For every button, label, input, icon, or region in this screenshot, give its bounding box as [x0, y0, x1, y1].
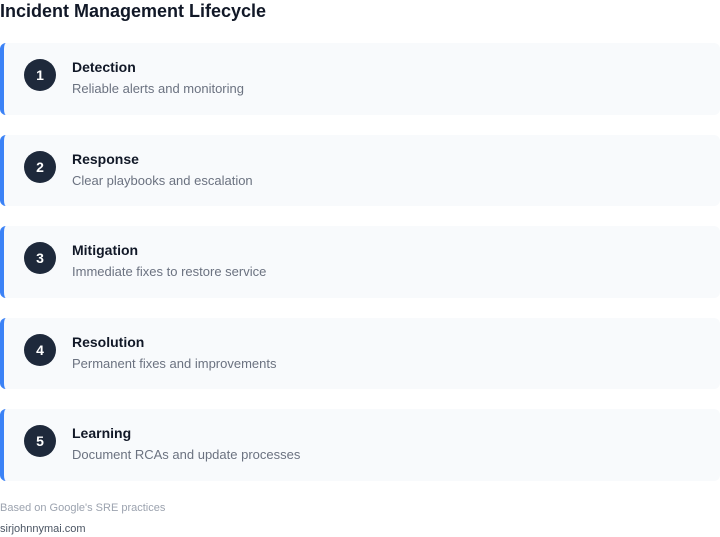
- step-card-detection: 1 Detection Reliable alerts and monitori…: [0, 43, 720, 115]
- step-title: Mitigation: [72, 242, 139, 258]
- step-title: Response: [72, 151, 139, 167]
- step-number-badge: 2: [24, 151, 56, 183]
- step-card-learning: 5 Learning Document RCAs and update proc…: [0, 409, 720, 481]
- lifecycle-steps: 1 Detection Reliable alerts and monitori…: [0, 43, 720, 501]
- credit-link[interactable]: sirjohnnymai.com: [0, 523, 86, 536]
- step-card-resolution: 4 Resolution Permanent fixes and improve…: [0, 318, 720, 389]
- step-number-badge: 3: [24, 242, 56, 274]
- step-description: Immediate fixes to restore service: [72, 264, 267, 279]
- step-card-mitigation: 3 Mitigation Immediate fixes to restore …: [0, 226, 720, 298]
- step-number-badge: 5: [24, 425, 56, 457]
- step-description: Document RCAs and update processes: [72, 447, 301, 462]
- step-number-badge: 1: [24, 59, 56, 91]
- source-footnote: Based on Google's SRE practices: [0, 502, 166, 514]
- step-title: Learning: [72, 425, 132, 441]
- step-title: Detection: [72, 59, 136, 75]
- step-card-response: 2 Response Clear playbooks and escalatio…: [0, 135, 720, 206]
- page-title: Incident Management Lifecycle: [0, 1, 267, 21]
- step-description: Reliable alerts and monitoring: [72, 81, 244, 96]
- step-title: Resolution: [72, 334, 145, 350]
- step-description: Clear playbooks and escalation: [72, 173, 253, 188]
- step-number-badge: 4: [24, 334, 56, 366]
- step-description: Permanent fixes and improvements: [72, 356, 277, 371]
